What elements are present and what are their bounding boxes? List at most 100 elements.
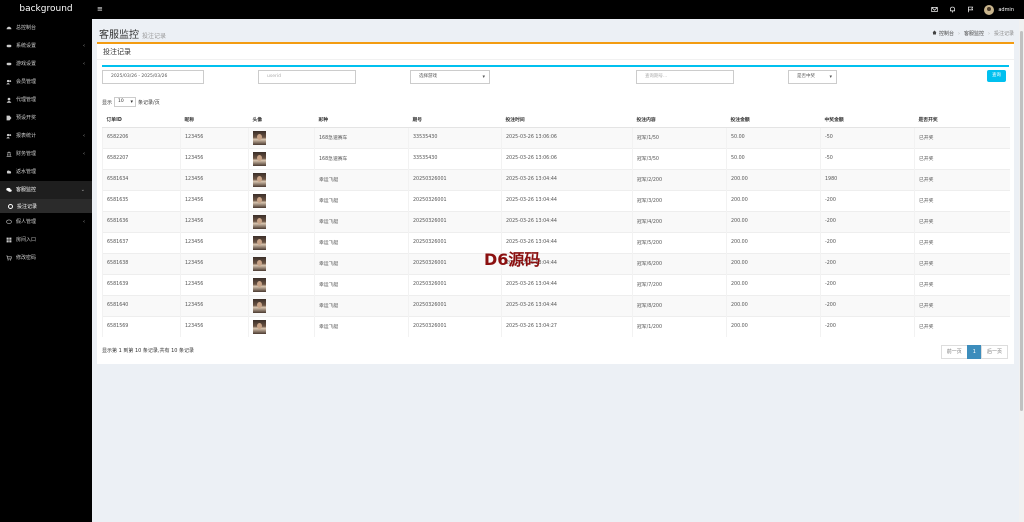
filter-accent-bar	[102, 65, 1009, 67]
scrollbar-thumb[interactable]	[1020, 31, 1023, 411]
table-cell: 幸运飞艇	[314, 273, 409, 295]
column-header[interactable]: 投注内容	[632, 113, 727, 128]
page-scrollbar[interactable]	[1019, 19, 1024, 522]
sidebar-item-bots[interactable]: 假人管理 ‹	[0, 213, 92, 231]
table-cell: 冠军/1/50	[632, 126, 727, 148]
sidebar-item-label: 返水管理	[16, 169, 37, 175]
sidebar-item-label: 系统设置	[16, 43, 37, 49]
avatar[interactable]	[984, 4, 995, 15]
table-row: 6581569 123456 幸运飞艇 20250326001 2025-03-26 1…	[102, 315, 1010, 337]
sidebar-item-preset[interactable]: 预设开奖	[0, 109, 92, 127]
avatar	[253, 298, 266, 313]
breadcrumb-separator: ›	[957, 30, 960, 37]
table-cell: 冠军/1/200	[632, 315, 727, 337]
chevron-left-icon: ‹	[83, 219, 85, 225]
table-cell: 123456	[180, 189, 249, 211]
table-cell: 6582207	[102, 147, 181, 169]
table-cell: 20250326001	[408, 168, 502, 190]
sidebar-item-room-entry[interactable]: 房间入口	[0, 231, 92, 249]
chevron-left-icon: ‹	[83, 43, 85, 49]
userid-input[interactable]: userid	[258, 70, 356, 84]
breadcrumb-separator: ›	[987, 30, 990, 37]
comment-icon	[6, 219, 12, 225]
avatar-cell	[248, 294, 315, 316]
sidebar-item-system[interactable]: 系统设置 ‹	[0, 37, 92, 55]
sidebar-item-dashboard[interactable]: 总控制台	[0, 19, 92, 37]
mail-icon[interactable]	[930, 6, 938, 14]
flag-icon[interactable]	[966, 6, 974, 14]
table-cell: 20250326001	[408, 189, 502, 211]
column-header[interactable]: 订单ID	[102, 113, 181, 128]
next-page-button[interactable]: 后一页	[980, 345, 1008, 359]
admin-username[interactable]: admin	[998, 7, 1014, 13]
sidebar-item-members[interactable]: 会员管理	[0, 73, 92, 91]
pagination: 前一页 1 后一页	[940, 345, 1008, 359]
page-size-prefix: 显示	[102, 99, 113, 106]
column-header[interactable]: 中奖金额	[820, 113, 915, 128]
brand-logo[interactable]: background	[0, 0, 92, 19]
table-cell: 6581569	[102, 315, 181, 337]
avatar-cell	[248, 189, 315, 211]
page-1-button[interactable]: 1	[966, 345, 982, 359]
table-row: 6581639 123456 幸运飞艇 20250326001 2025-03-26 1…	[102, 273, 1010, 295]
table-cell: 幸运飞艇	[314, 231, 409, 253]
win-select[interactable]: 是否中奖	[788, 70, 837, 84]
sidebar-item-label: 修改密码	[16, 255, 37, 261]
sidebar-item-change-password[interactable]: 修改密码	[0, 249, 92, 267]
sidebar-subitem-bet-records[interactable]: 投注记录	[0, 199, 92, 213]
date-range-input[interactable]: 2025/03/26 - 2025/03/26	[102, 70, 204, 84]
page-subtitle: 投注记录	[142, 33, 167, 40]
sidebar-item-game-settings[interactable]: 游戏设置 ‹	[0, 55, 92, 73]
chevron-left-icon: ‹	[83, 61, 85, 67]
page-size-select[interactable]: 10	[114, 97, 137, 107]
table-cell: 50.00	[726, 147, 821, 169]
sidebar-item-agents[interactable]: 代理管理	[0, 91, 92, 109]
sidebar-item-cs-monitor[interactable]: 客服监控 ⌄	[0, 181, 92, 199]
period-search-input[interactable]: 查询期号...	[636, 70, 734, 84]
column-header[interactable]: 头像	[248, 113, 315, 128]
sidebar-item-rebate[interactable]: 返水管理	[0, 163, 92, 181]
table-cell: -200	[820, 189, 915, 211]
game-select[interactable]: 选择游戏	[410, 70, 490, 84]
sidebar-item-label: 游戏设置	[16, 61, 37, 67]
column-header[interactable]: 投注金额	[726, 113, 821, 128]
table-row: 6581636 123456 幸运飞艇 20250326001 2025-03-26 1…	[102, 210, 1010, 232]
search-button[interactable]: 查询	[987, 70, 1006, 82]
breadcrumb-home[interactable]: 控制台	[939, 30, 954, 37]
avatar	[253, 172, 266, 187]
column-header[interactable]: 投注时间	[501, 113, 633, 128]
table-cell: 2025-03-26 13:04:27	[501, 315, 633, 337]
bet-records-panel: 投注记录 2025/03/26 - 2025/03/26 userid 选择游戏…	[97, 42, 1014, 364]
table-row: 6582207 123456 168急速赛车 33535430 2025-03-26 1…	[102, 147, 1010, 169]
user-icon	[6, 97, 12, 103]
table-cell: -200	[820, 252, 915, 274]
gamepad-icon	[6, 61, 12, 67]
table-cell: 幸运飞艇	[314, 252, 409, 274]
table-cell: 冠军/7/200	[632, 273, 727, 295]
prev-page-button[interactable]: 前一页	[940, 345, 968, 359]
column-header[interactable]: 彩种	[314, 113, 409, 128]
table-cell: 6581639	[102, 273, 181, 295]
column-header[interactable]: 昵称	[180, 113, 249, 128]
bell-icon[interactable]	[948, 6, 956, 14]
table-cell: 6581636	[102, 210, 181, 232]
column-header[interactable]: 是否开奖	[914, 113, 1010, 128]
breadcrumb-section[interactable]: 客服监控	[964, 30, 984, 37]
sidebar-item-finance[interactable]: 财务管理 ‹	[0, 145, 92, 163]
watermark: D6源码	[484, 250, 541, 269]
table-cell: 幸运飞艇	[314, 294, 409, 316]
column-header[interactable]: 期号	[408, 113, 502, 128]
table-cell: 幸运飞艇	[314, 315, 409, 337]
sidebar-item-label: 客服监控	[16, 187, 37, 193]
table-cell: 已开奖	[914, 147, 1010, 169]
sidebar-item-reports[interactable]: 报表统计 ‹	[0, 127, 92, 145]
comments-icon	[6, 187, 12, 193]
page-size-suffix: 条记录/页	[138, 99, 160, 106]
table-cell: 6581638	[102, 252, 181, 274]
table-cell: 冠军/3/50	[632, 147, 727, 169]
table-cell: 6581640	[102, 294, 181, 316]
table-cell: 123456	[180, 126, 249, 148]
hamburger-icon[interactable]: ≡	[97, 0, 103, 19]
table-cell: 冠军/3/200	[632, 189, 727, 211]
table-cell: 20250326001	[408, 210, 502, 232]
